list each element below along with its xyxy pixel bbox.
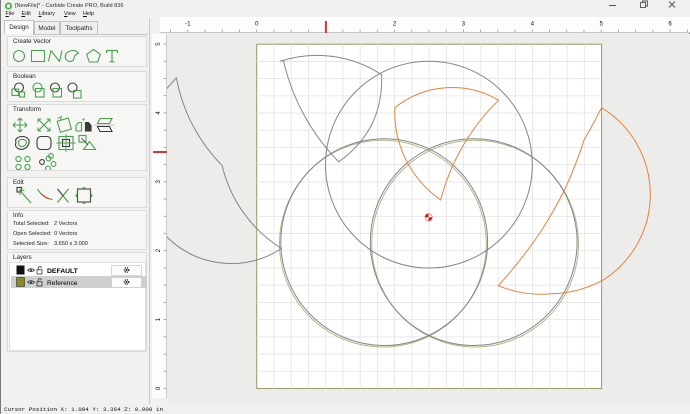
svg-text:-1: -1 (185, 21, 191, 28)
svg-text:2: 2 (393, 21, 397, 28)
svg-text:0: 0 (255, 21, 259, 28)
svg-text:2: 2 (155, 248, 162, 252)
svg-text:0: 0 (155, 386, 162, 390)
svg-text:DEFAULT: DEFAULT (47, 268, 79, 275)
svg-text:3: 3 (462, 21, 466, 28)
svg-text:Reference: Reference (47, 280, 78, 287)
svg-text:5: 5 (155, 42, 162, 46)
svg-text:4: 4 (155, 111, 162, 115)
svg-text:1: 1 (155, 317, 162, 321)
svg-text:4: 4 (531, 21, 535, 28)
svg-text:3: 3 (155, 180, 162, 184)
svg-text:5: 5 (599, 21, 603, 28)
svg-text:6: 6 (668, 21, 672, 28)
